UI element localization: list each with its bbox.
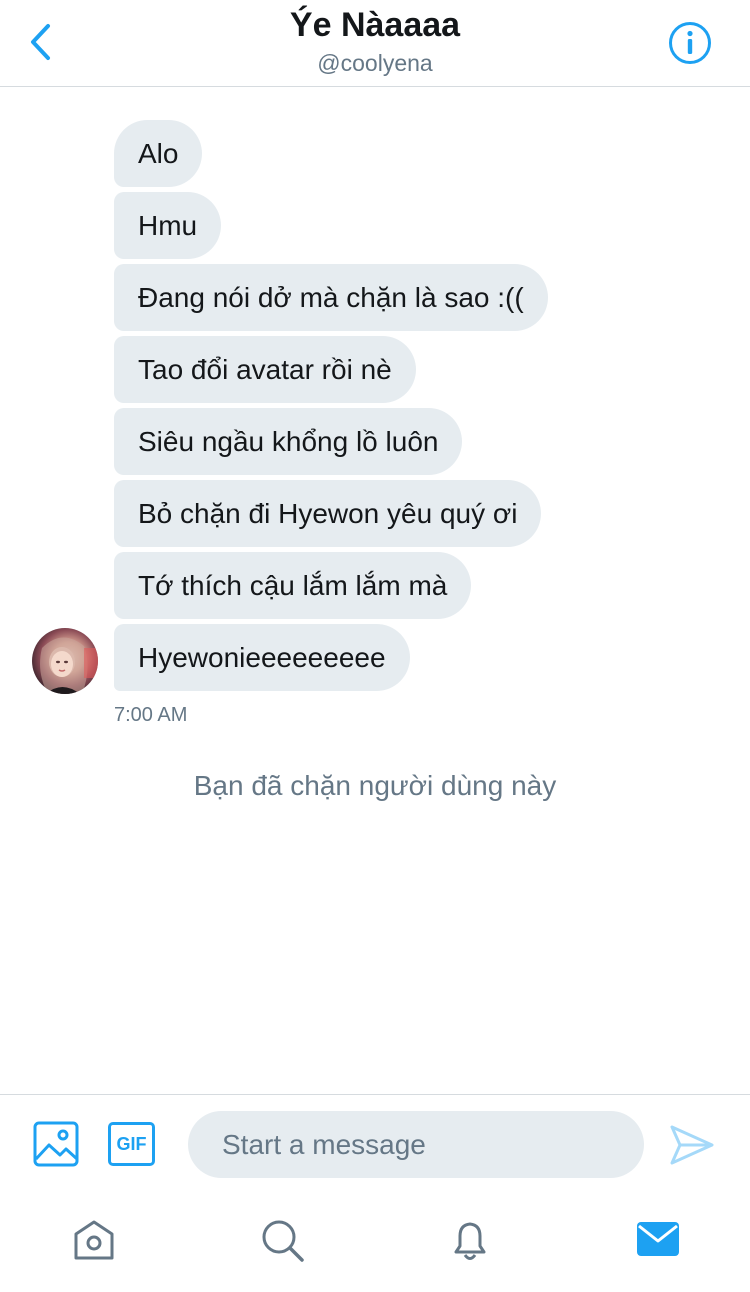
message-bubble[interactable]: Alo — [114, 120, 203, 187]
dm-conversation-screen: Ýe Nàaaaa @coolyena Alo Hmu Đang nói dở … — [0, 0, 750, 1292]
conversation-header: Ýe Nàaaaa @coolyena — [0, 0, 750, 87]
info-button[interactable] — [668, 21, 712, 65]
message-bubble[interactable]: Đang nói dở mà chặn là sao :(( — [114, 264, 548, 331]
image-icon — [33, 1121, 79, 1167]
message-bubble[interactable]: Tớ thích cậu lắm lắm mà — [114, 552, 472, 619]
send-button[interactable] — [668, 1123, 716, 1167]
info-icon — [669, 22, 711, 64]
search-icon — [262, 1220, 304, 1262]
bottom-tab-bar — [0, 1198, 750, 1292]
tab-messages[interactable] — [634, 1216, 682, 1264]
avatar-photo — [40, 637, 98, 694]
tab-home[interactable] — [70, 1216, 118, 1264]
tab-notifications[interactable] — [446, 1216, 494, 1264]
gif-label: GIF — [116, 1133, 147, 1154]
message-composer: GIF — [0, 1094, 750, 1198]
conversation-title: Ýe Nàaaaa — [289, 6, 461, 44]
add-gif-button[interactable]: GIF — [108, 1122, 155, 1166]
message-bubble[interactable]: Hmu — [114, 192, 222, 259]
add-image-button[interactable] — [33, 1121, 79, 1167]
bell-icon — [454, 1222, 486, 1260]
message-bubble[interactable]: Tao đổi avatar rồi nè — [114, 336, 416, 403]
envelope-icon — [637, 1222, 679, 1256]
tab-search[interactable] — [258, 1216, 306, 1264]
send-icon — [670, 1125, 714, 1165]
message-bubble[interactable]: Hyewonieeeeeeeee — [114, 624, 410, 691]
message-timestamp: 7:00 AM — [114, 704, 188, 726]
message-bubble[interactable]: Bỏ chặn đi Hyewon yêu quý ơi — [114, 480, 542, 547]
blocked-user-notice: Bạn đã chặn người dùng này — [193, 770, 557, 801]
home-icon — [74, 1220, 114, 1260]
message-bubble[interactable]: Siêu ngầu khổng lồ luôn — [114, 408, 463, 475]
sender-avatar[interactable] — [32, 628, 98, 694]
message-input[interactable] — [188, 1111, 644, 1178]
conversation-handle: @coolyena — [317, 50, 433, 76]
